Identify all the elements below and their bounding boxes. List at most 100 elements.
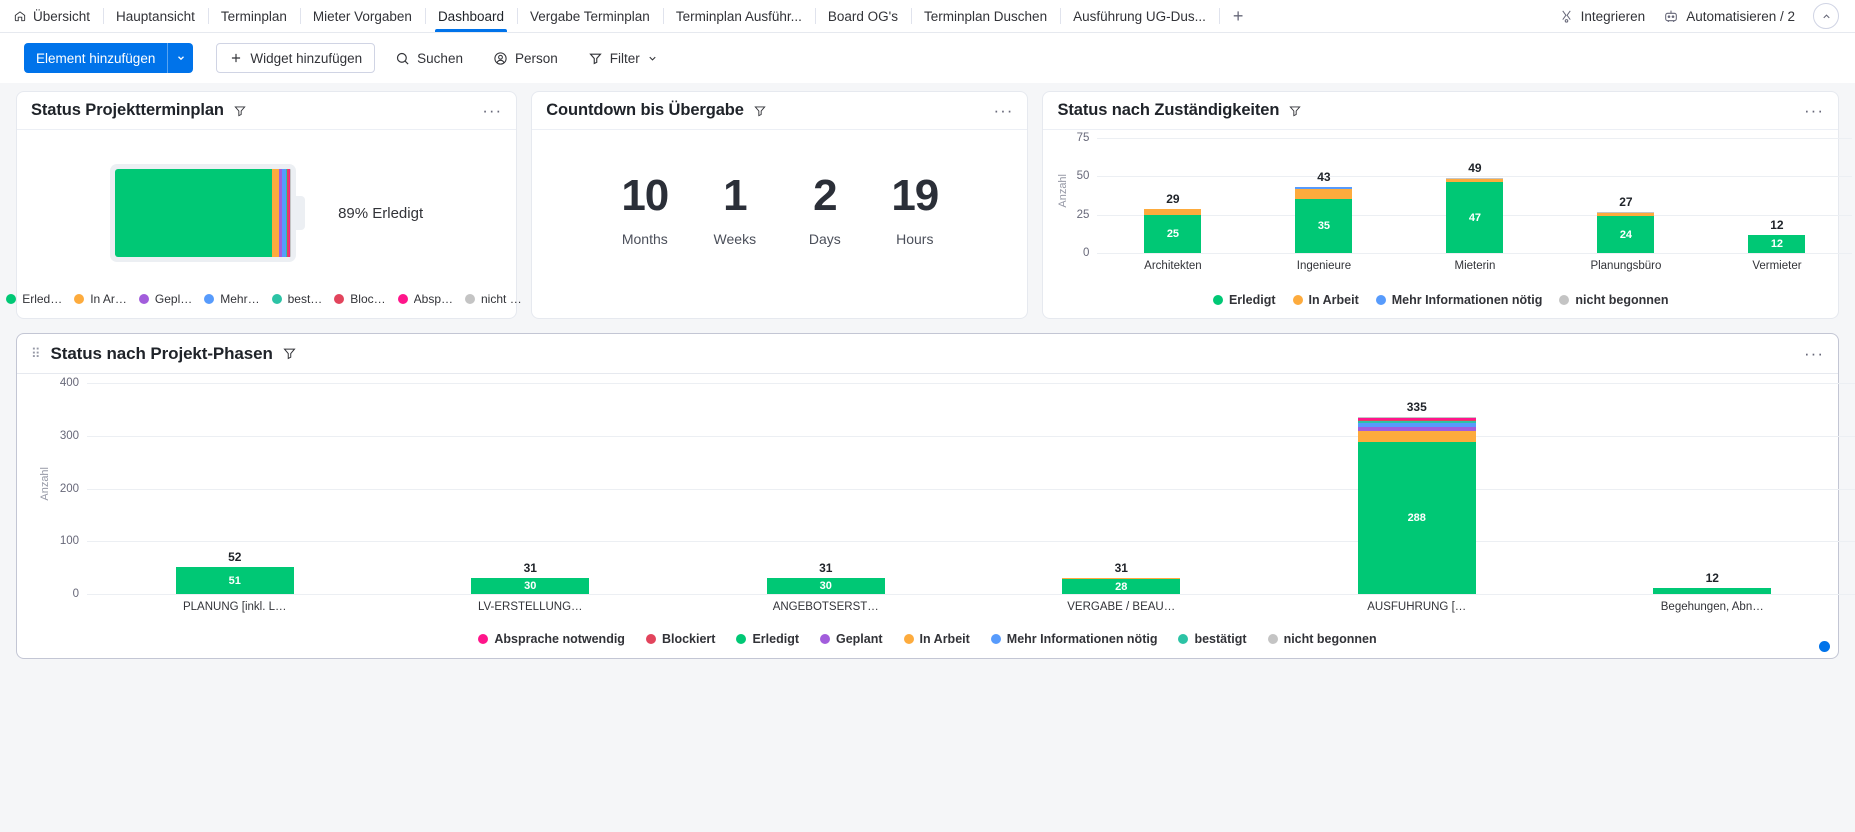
- legend-color-dot: [820, 634, 830, 644]
- bar-segment[interactable]: 25: [1144, 215, 1201, 253]
- bar-group[interactable]: 288: [1358, 417, 1476, 594]
- legend-color-dot: [478, 634, 488, 644]
- bar-segment[interactable]: 30: [471, 578, 589, 594]
- legend-item[interactable]: Blockiert: [646, 632, 716, 646]
- bar-group[interactable]: 30: [767, 578, 885, 594]
- widget-filter-icon[interactable]: [233, 104, 247, 118]
- bar-segment[interactable]: 47: [1446, 182, 1503, 253]
- legend-item[interactable]: best…: [272, 292, 323, 306]
- board-tab-dashboard[interactable]: Dashboard: [425, 0, 517, 32]
- board-tab-terminplan-duschen[interactable]: Terminplan Duschen: [911, 0, 1060, 32]
- legend-item[interactable]: nicht begonnen: [1559, 293, 1668, 307]
- legend-item[interactable]: bestätigt: [1178, 632, 1246, 646]
- widget-status-projektterminplan: Status Projektterminplan ··· 89% Erledig…: [16, 91, 517, 319]
- scroll-indicator[interactable]: [1819, 641, 1830, 652]
- legend-item[interactable]: Mehr Informationen nötig: [991, 632, 1158, 646]
- board-tab-hauptansicht[interactable]: Hauptansicht: [103, 0, 208, 32]
- widget-header: Countdown bis Übergabe ···: [532, 92, 1027, 130]
- widget-title: Countdown bis Übergabe: [546, 101, 744, 120]
- widget-row-top: Status Projektterminplan ··· 89% Erledig…: [16, 91, 1839, 319]
- add-board-tab-button[interactable]: +: [1219, 0, 1258, 32]
- add-widget-button[interactable]: Widget hinzufügen: [216, 43, 375, 73]
- widget-filter-icon[interactable]: [282, 346, 297, 361]
- battery-bar[interactable]: [110, 164, 296, 262]
- board-tab-terminplan[interactable]: Terminplan: [208, 0, 300, 32]
- filter-button[interactable]: Filter: [578, 43, 668, 73]
- widget-filter-icon[interactable]: [1288, 104, 1302, 118]
- bar-total-label: 27: [1550, 195, 1701, 209]
- bar-segment[interactable]: 30: [767, 578, 885, 594]
- bar-group[interactable]: 30: [471, 578, 589, 594]
- bar-group[interactable]: 24: [1597, 212, 1654, 253]
- collapse-header-button[interactable]: [1813, 3, 1839, 29]
- legend-label: Mehr Informationen nötig: [1392, 293, 1543, 307]
- bar-group[interactable]: 47: [1446, 178, 1503, 253]
- legend-item[interactable]: Erled…: [6, 292, 62, 306]
- legend-item[interactable]: Absp…: [398, 292, 453, 306]
- x-axis-label: ANGEBOTSERST…: [678, 601, 974, 613]
- battery-segment[interactable]: [272, 169, 280, 257]
- countdown-value: 19: [885, 174, 945, 218]
- integrate-button[interactable]: Integrieren: [1559, 9, 1646, 24]
- board-tabs: ÜbersichtHauptansichtTerminplanMieter Vo…: [0, 0, 1549, 32]
- legend-item[interactable]: Mehr…: [204, 292, 259, 306]
- bar-group[interactable]: [1653, 588, 1771, 594]
- bar-group[interactable]: 35: [1295, 187, 1352, 253]
- widget-menu-button[interactable]: ···: [993, 107, 1013, 115]
- countdown-label: Months: [615, 231, 675, 247]
- y-axis-tick: 25: [1057, 209, 1089, 221]
- legend-item[interactable]: In Arbeit: [904, 632, 970, 646]
- legend-label: bestätigt: [1194, 632, 1246, 646]
- automate-button[interactable]: Automatisieren / 2: [1663, 8, 1795, 24]
- bar-segment[interactable]: [1653, 588, 1771, 594]
- bar-group[interactable]: 12: [1748, 235, 1805, 253]
- legend-item[interactable]: Bloc…: [334, 292, 385, 306]
- bar-segment[interactable]: 24: [1597, 216, 1654, 253]
- search-button[interactable]: Suchen: [385, 43, 473, 73]
- bar-segment[interactable]: 12: [1748, 235, 1805, 253]
- legend-item[interactable]: nicht be…: [465, 292, 527, 306]
- legend-item[interactable]: Gepl…: [139, 292, 192, 306]
- countdown-unit: 19Hours: [885, 174, 945, 247]
- battery-segment[interactable]: [290, 169, 291, 257]
- board-tab-ausf-hrung-ug-dus[interactable]: Ausführung UG-Dus...: [1060, 0, 1219, 32]
- board-tab-board-og-s[interactable]: Board OG's: [815, 0, 911, 32]
- add-item-button[interactable]: Element hinzufügen: [24, 43, 193, 73]
- battery-segment[interactable]: [115, 169, 272, 257]
- bar-group[interactable]: 28: [1062, 578, 1180, 594]
- bar-segment[interactable]: [1358, 431, 1476, 443]
- board-tab-vergabe-terminplan[interactable]: Vergabe Terminplan: [517, 0, 663, 32]
- legend-color-dot: [74, 294, 84, 304]
- legend-label: best…: [288, 292, 323, 306]
- legend-item[interactable]: Mehr Informationen nötig: [1376, 293, 1543, 307]
- legend-item[interactable]: nicht begonnen: [1268, 632, 1377, 646]
- board-tab-bersicht[interactable]: Übersicht: [0, 0, 103, 32]
- responsibilities-legend: Erledigt In Arbeit Mehr Informationen nöti…: [1043, 293, 1838, 307]
- widget-menu-button[interactable]: ···: [1804, 350, 1824, 358]
- bar-segment[interactable]: 51: [176, 567, 294, 594]
- legend-label: Bloc…: [350, 292, 385, 306]
- bar-segment[interactable]: [1295, 189, 1352, 200]
- drag-handle-icon[interactable]: ⠿: [31, 349, 42, 359]
- board-tab-mieter-vorgaben[interactable]: Mieter Vorgaben: [300, 0, 425, 32]
- widget-menu-button[interactable]: ···: [1804, 107, 1824, 115]
- bar-segment[interactable]: 35: [1295, 199, 1352, 253]
- legend-item[interactable]: In Arbeit: [1293, 293, 1359, 307]
- legend-item[interactable]: Erledigt: [1213, 293, 1276, 307]
- legend-label: Erled…: [22, 292, 62, 306]
- board-tab-terminplan-ausf-hr[interactable]: Terminplan Ausführ...: [663, 0, 815, 32]
- bar-segment[interactable]: 288: [1358, 442, 1476, 594]
- legend-item[interactable]: Geplant: [820, 632, 883, 646]
- battery-legend: Erled…In Ar…Gepl…Mehr…best…Bloc…Absp…nic…: [27, 292, 506, 306]
- widget-menu-button[interactable]: ···: [482, 107, 502, 115]
- bar-group[interactable]: 51: [176, 567, 294, 594]
- bar-segment[interactable]: 28: [1062, 579, 1180, 594]
- widget-filter-icon[interactable]: [753, 104, 767, 118]
- legend-item[interactable]: In Ar…: [74, 292, 127, 306]
- add-item-dropdown-caret[interactable]: [167, 43, 193, 73]
- person-filter-button[interactable]: Person: [483, 43, 568, 73]
- legend-item[interactable]: Absprache notwendig: [478, 632, 625, 646]
- legend-item[interactable]: Erledigt: [736, 632, 799, 646]
- bar-group[interactable]: 25: [1144, 209, 1201, 253]
- countdown-display: 10Months1Weeks2Days19Hours: [532, 130, 1027, 247]
